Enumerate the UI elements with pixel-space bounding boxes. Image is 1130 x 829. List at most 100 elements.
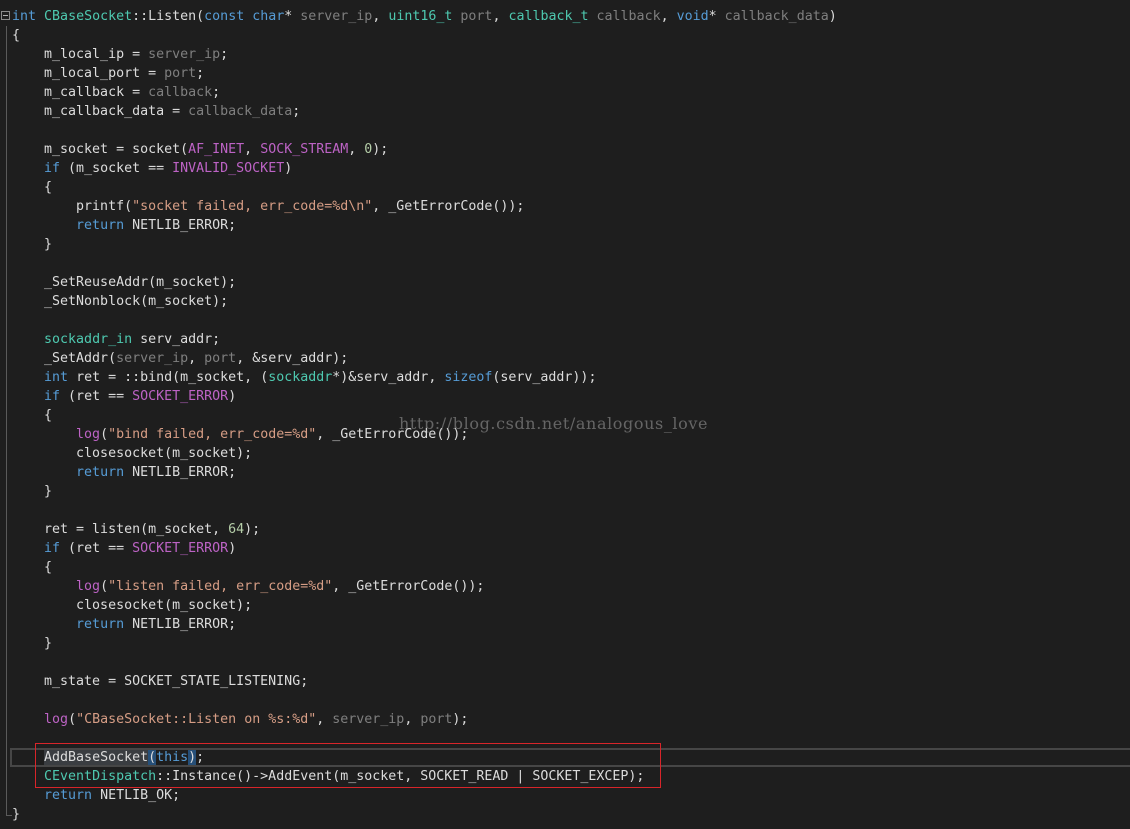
code-line[interactable]: sockaddr_in serv_addr;: [12, 330, 220, 349]
code-token: callback: [596, 9, 661, 24]
code-line[interactable]: int CBaseSocket::Listen(const char* serv…: [12, 7, 837, 26]
code-line[interactable]: _SetReuseAddr(m_socket);: [12, 273, 236, 292]
code-line[interactable]: closesocket(m_socket);: [12, 444, 252, 463]
code-line[interactable]: {: [12, 178, 52, 197]
code-line[interactable]: closesocket(m_socket);: [12, 596, 252, 615]
code-token: m_local_port =: [12, 66, 165, 81]
code-line[interactable]: return NETLIB_OK;: [12, 786, 180, 805]
code-line[interactable]: return NETLIB_ERROR;: [12, 463, 236, 482]
code-token: *: [284, 9, 301, 24]
code-token: m_callback =: [12, 85, 149, 100]
code-line[interactable]: }: [12, 634, 52, 653]
code-token: ): [828, 9, 837, 24]
code-line[interactable]: m_local_ip = server_ip;: [12, 45, 228, 64]
code-token: log: [76, 427, 101, 442]
code-line[interactable]: log("CBaseSocket::Listen on %s:%d", serv…: [12, 710, 468, 729]
code-token: char: [252, 9, 285, 24]
code-token: ): [284, 161, 293, 176]
code-token: }: [12, 484, 53, 499]
code-token: ret = listen(m_socket,: [12, 522, 229, 537]
code-line[interactable]: _SetNonblock(m_socket);: [12, 292, 228, 311]
code-line[interactable]: _SetAddr(server_ip, port, &serv_addr);: [12, 349, 348, 368]
code-line[interactable]: }: [12, 235, 52, 254]
code-token: m_callback_data =: [12, 104, 189, 119]
code-token: ret = ::bind(m_socket, (: [68, 370, 269, 385]
code-line[interactable]: if (ret == SOCKET_ERROR): [12, 387, 236, 406]
code-token: int: [44, 370, 69, 385]
code-token: ): [228, 541, 237, 556]
code-editor[interactable]: int CBaseSocket::Listen(const char* serv…: [0, 0, 1130, 829]
code-token: m_state = SOCKET_STATE_LISTENING;: [12, 674, 309, 689]
code-token: AF_INET: [188, 142, 245, 157]
code-token: ,: [404, 712, 421, 727]
code-token: }: [12, 237, 53, 252]
code-token: ,: [348, 142, 365, 157]
code-line[interactable]: {: [12, 26, 20, 45]
code-token: ;: [196, 66, 205, 81]
code-token: m_socket = socket(: [12, 142, 189, 157]
code-token: {: [12, 560, 53, 575]
code-line[interactable]: printf("socket failed, err_code=%d\n", _…: [12, 197, 524, 216]
code-token: INVALID_SOCKET: [172, 161, 285, 176]
watermark-text: http://blog.csdn.net/analogous_love: [399, 414, 709, 433]
code-token: return: [76, 465, 125, 480]
code-token: *)&serv_addr,: [332, 370, 445, 385]
code-token: int: [12, 9, 37, 24]
code-token: SOCK_STREAM: [260, 142, 349, 157]
code-line[interactable]: m_callback = callback;: [12, 83, 220, 102]
code-line[interactable]: }: [12, 805, 20, 824]
code-token: (ret ==: [60, 389, 133, 404]
code-line[interactable]: if (ret == SOCKET_ERROR): [12, 539, 236, 558]
code-token: printf(: [12, 199, 133, 214]
code-token: ): [228, 389, 237, 404]
red-annotation-box: [35, 743, 661, 788]
code-token: {: [12, 408, 53, 423]
code-line[interactable]: int ret = ::bind(m_socket, (sockaddr*)&s…: [12, 368, 596, 387]
code-line[interactable]: m_socket = socket(AF_INET, SOCK_STREAM, …: [12, 140, 388, 159]
code-token: sizeof: [444, 370, 493, 385]
code-token: if: [44, 161, 61, 176]
code-token: port: [204, 351, 237, 366]
code-line[interactable]: m_state = SOCKET_STATE_LISTENING;: [12, 672, 308, 691]
code-token: sockaddr: [268, 370, 333, 385]
code-token: ,: [660, 9, 677, 24]
code-line[interactable]: {: [12, 406, 52, 425]
code-token: const: [204, 9, 245, 24]
code-token: return: [76, 617, 125, 632]
code-token: , _GetErrorCode());: [372, 199, 525, 214]
collapse-icon[interactable]: [1, 11, 10, 20]
code-token: NETLIB_ERROR;: [124, 617, 237, 632]
code-token: (: [100, 427, 109, 442]
code-line[interactable]: return NETLIB_ERROR;: [12, 216, 236, 235]
code-token: return: [76, 218, 125, 233]
code-token: "CBaseSocket::Listen on %s:%d": [76, 712, 317, 727]
code-line[interactable]: log("listen failed, err_code=%d", _GetEr…: [12, 577, 484, 596]
code-token: , &serv_addr);: [236, 351, 349, 366]
code-token: (m_socket ==: [60, 161, 173, 176]
code-token: *: [708, 9, 725, 24]
code-line[interactable]: m_callback_data = callback_data;: [12, 102, 300, 121]
code-token: if: [44, 541, 61, 556]
code-token: uint16_t: [388, 9, 453, 24]
code-line[interactable]: }: [12, 482, 52, 501]
code-line[interactable]: ret = listen(m_socket, 64);: [12, 520, 260, 539]
code-token: }: [12, 807, 21, 822]
code-line[interactable]: m_local_port = port;: [12, 64, 204, 83]
code-token: {: [12, 28, 21, 43]
code-token: log: [76, 579, 101, 594]
code-line[interactable]: return NETLIB_ERROR;: [12, 615, 236, 634]
code-line[interactable]: if (m_socket == INVALID_SOCKET): [12, 159, 292, 178]
code-token: ,: [316, 712, 333, 727]
code-line[interactable]: {: [12, 558, 52, 577]
code-token: );: [244, 522, 261, 537]
code-token: callback_t: [508, 9, 589, 24]
code-token: _SetAddr(: [12, 351, 117, 366]
code-token: server_ip: [300, 9, 373, 24]
code-token: NETLIB_ERROR;: [124, 218, 237, 233]
code-token: (serv_addr));: [492, 370, 597, 385]
